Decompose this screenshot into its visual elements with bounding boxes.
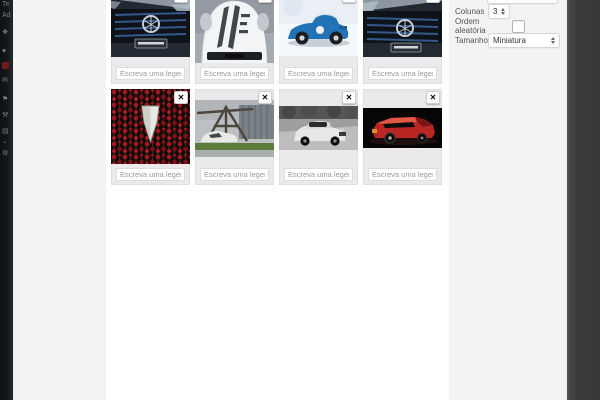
- stepper-icon: [501, 8, 505, 15]
- tools-icon: ⚒: [2, 112, 8, 120]
- thumbnail-frame: ✕: [111, 0, 190, 63]
- gallery-tile[interactable]: ✕: [111, 0, 190, 84]
- remove-image-button[interactable]: ✕: [174, 0, 188, 3]
- updates-badge: [2, 62, 9, 69]
- comments-icon: ❖: [2, 29, 8, 37]
- caption-input[interactable]: [116, 67, 185, 80]
- caption-input[interactable]: [200, 168, 269, 181]
- caption-input[interactable]: [200, 67, 269, 80]
- gallery-settings-panel: Colunas 3 Ordem aleatória Tamanho Miniat…: [449, 0, 567, 400]
- modal-menu-column: [13, 0, 106, 400]
- caption-input[interactable]: [116, 168, 185, 181]
- remove-image-button[interactable]: ✕: [258, 91, 272, 104]
- stepper-icon: [551, 37, 555, 44]
- gallery-attachments-area: ✕: [106, 0, 449, 400]
- gallery-tile[interactable]: ✕: [363, 0, 442, 84]
- columns-setting-row: Colunas 3: [455, 4, 510, 18]
- settings-icon: ⚙: [2, 150, 8, 158]
- size-setting-row: Tamanho Miniatura: [455, 33, 560, 47]
- black-car-grille-red-grey-stripes-thumbnail[interactable]: [111, 0, 190, 57]
- thumbnail-frame: ✕: [279, 0, 358, 63]
- flag-icon: ⚑: [2, 96, 8, 104]
- thumbnail-frame: ✕: [363, 89, 442, 164]
- thumbnail-frame: ✕: [195, 89, 274, 164]
- caption-input[interactable]: [284, 168, 353, 181]
- modal-backdrop-right: [567, 0, 600, 400]
- caption-input[interactable]: [368, 67, 437, 80]
- remove-image-button[interactable]: ✕: [426, 0, 440, 3]
- random-order-setting-row: Ordem aleatória: [455, 19, 525, 33]
- likes-icon: ♥: [2, 48, 6, 56]
- remove-image-button[interactable]: ✕: [342, 91, 356, 104]
- admin-menu-item: Te: [2, 1, 9, 9]
- gallery-tile[interactable]: ✕: [363, 89, 442, 185]
- bw-classic-car-thumbnail[interactable]: [279, 106, 358, 150]
- remove-image-button[interactable]: ✕: [258, 0, 272, 3]
- pie-icon: ◔: [2, 140, 6, 148]
- columns-label: Colunas: [455, 7, 488, 16]
- gallery-tile[interactable]: ✕: [195, 0, 274, 84]
- remove-image-button[interactable]: ✕: [342, 0, 356, 3]
- mail-icon: ✉: [2, 77, 8, 85]
- red-coupe-thumbnail[interactable]: [363, 108, 442, 148]
- wrecked-car-frame-thumbnail[interactable]: [195, 100, 274, 157]
- gallery-tile[interactable]: ✕: [279, 89, 358, 185]
- caption-input[interactable]: [284, 67, 353, 80]
- remove-image-button[interactable]: ✕: [426, 91, 440, 104]
- random-order-checkbox[interactable]: [512, 20, 525, 33]
- gallery-tile[interactable]: ✕: [111, 89, 190, 185]
- gallery-tile[interactable]: ✕: [279, 0, 358, 84]
- admin-menu-item: Ad: [2, 12, 11, 20]
- caption-input[interactable]: [368, 168, 437, 181]
- admin-sidebar-strip: Te Ad ❖ ♥ ✉ ⚑ ⚒ ▤ ◔ ⚙: [0, 0, 13, 400]
- size-label: Tamanho: [455, 36, 488, 45]
- media-modal-edit-gallery-screen: Te Ad ❖ ♥ ✉ ⚑ ⚒ ▤ ◔ ⚙: [0, 0, 600, 400]
- blue-porsche-convertible-thumbnail[interactable]: [279, 0, 358, 56]
- size-value: Miniatura: [493, 36, 526, 45]
- size-select[interactable]: Miniatura: [488, 33, 560, 48]
- columns-value: 3: [493, 7, 497, 16]
- remove-image-button[interactable]: ✕: [174, 91, 188, 104]
- thumbnail-frame: ✕: [111, 89, 190, 164]
- chart-icon: ▤: [2, 128, 9, 136]
- black-car-grille-red-white-stripes-thumbnail[interactable]: [363, 0, 442, 57]
- thumbnail-frame: ✕: [195, 0, 274, 63]
- thumbnail-frame: ✕: [363, 0, 442, 63]
- white-porsche-ae-stripes-thumbnail[interactable]: [195, 0, 274, 63]
- gallery-tile[interactable]: ✕: [195, 89, 274, 185]
- thumbnail-frame: ✕: [279, 89, 358, 164]
